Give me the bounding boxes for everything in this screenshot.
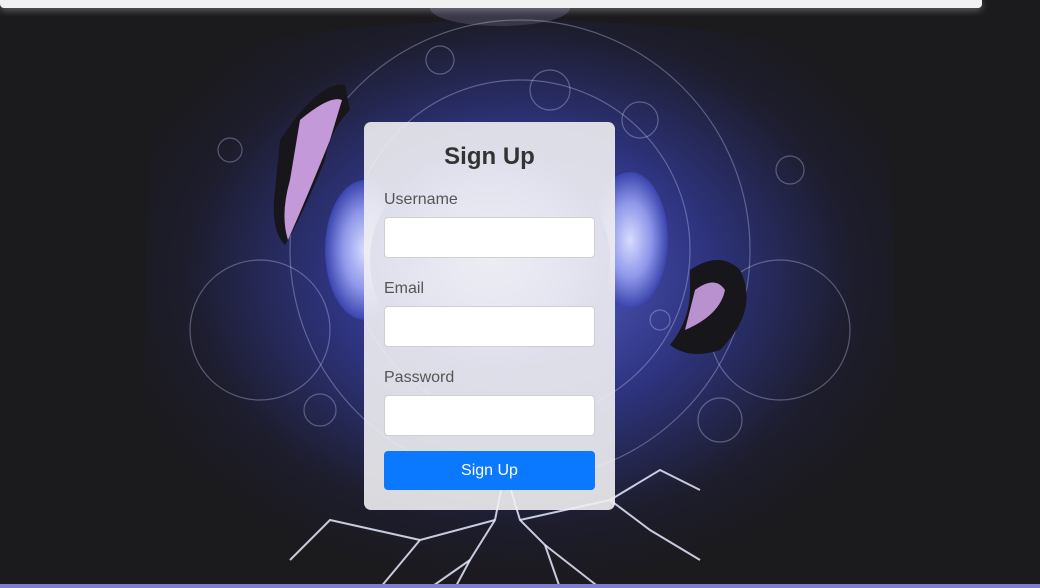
email-input[interactable] bbox=[384, 306, 595, 347]
password-input[interactable] bbox=[384, 395, 595, 436]
bottom-panel-edge bbox=[0, 584, 1040, 588]
username-label: Username bbox=[384, 191, 458, 208]
signup-form: Sign Up Username Email Password Sign Up bbox=[364, 122, 615, 510]
sign-up-button[interactable]: Sign Up bbox=[384, 451, 595, 490]
username-input[interactable] bbox=[384, 217, 595, 258]
page: Sign Up Username Email Password Sign Up bbox=[0, 0, 1040, 588]
email-label: Email bbox=[384, 280, 425, 297]
password-label: Password bbox=[384, 369, 455, 386]
form-title: Sign Up bbox=[444, 143, 535, 170]
top-panel-edge bbox=[0, 0, 982, 8]
